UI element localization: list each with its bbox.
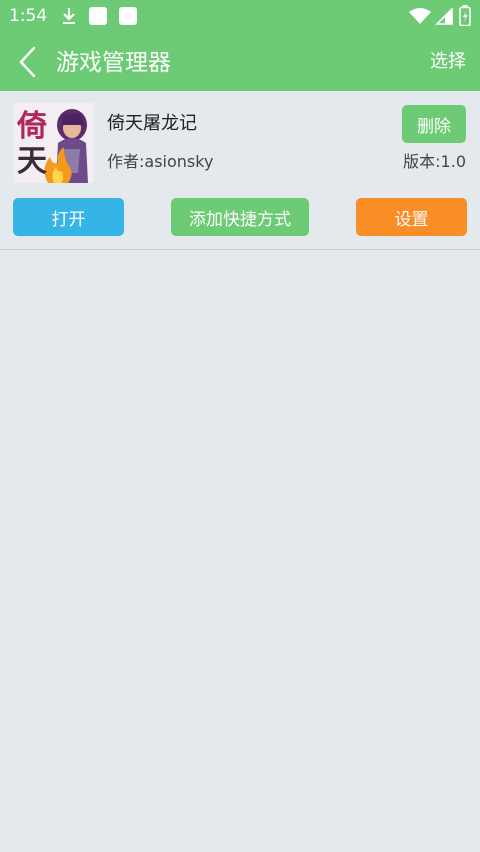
divider xyxy=(0,249,480,250)
notification-square-icon xyxy=(89,7,107,25)
game-name: 倚天屠龙记 xyxy=(107,113,197,134)
game-list-item: 倚 天 倚天屠龙记 作者:asionsky 版本:1.0 删除 打开 添加快捷方… xyxy=(0,91,480,249)
game-icon[interactable]: 倚 天 xyxy=(14,103,94,183)
page-title: 游戏管理器 xyxy=(56,50,171,76)
icon-char-1: 倚 xyxy=(16,109,47,144)
back-button[interactable] xyxy=(10,42,44,82)
settings-button[interactable]: 设置 xyxy=(356,198,467,236)
add-shortcut-button[interactable]: 添加快捷方式 xyxy=(171,198,309,236)
open-button[interactable]: 打开 xyxy=(13,198,124,236)
select-button[interactable]: 选择 xyxy=(430,50,466,74)
notification-square-icon xyxy=(119,7,137,25)
download-icon xyxy=(63,8,75,24)
icon-char-2: 天 xyxy=(17,144,47,179)
game-version: 版本:1.0 xyxy=(403,152,466,171)
status-time: 1:54 xyxy=(9,6,48,26)
status-bar: 1:54 xyxy=(0,0,480,34)
signal-icon xyxy=(435,8,453,25)
wifi-icon xyxy=(409,8,431,24)
game-cover-icon: 倚 天 xyxy=(14,103,94,183)
game-author: 作者:asionsky xyxy=(107,152,214,171)
chevron-left-icon xyxy=(19,46,36,78)
delete-button[interactable]: 删除 xyxy=(402,105,466,143)
app-header: 1:54 游戏管理器 选择 xyxy=(0,0,480,91)
battery-icon xyxy=(459,5,471,26)
